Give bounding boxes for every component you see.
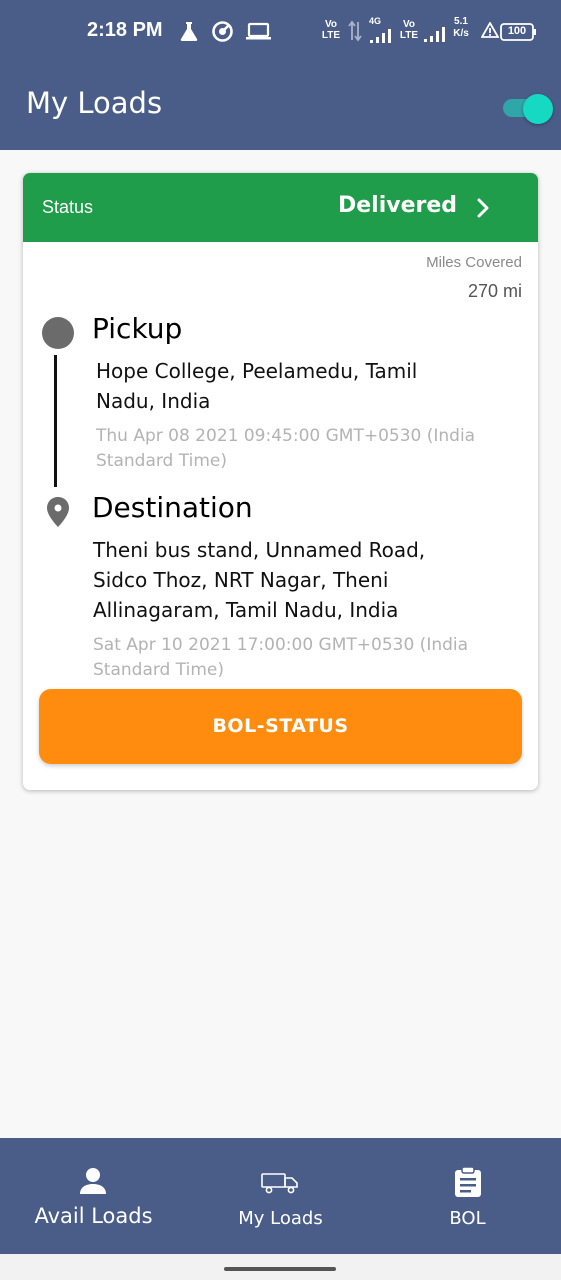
pickup-datetime-line: Standard Time) <box>96 451 227 471</box>
pickup-datetime: Thu Apr 08 2021 09:45:00 GMT+0530 (India… <box>96 424 526 474</box>
route-timeline-line <box>54 355 57 487</box>
toggle-thumb <box>523 94 553 124</box>
destination-datetime: Sat Apr 10 2021 17:00:00 GMT+0530 (India… <box>93 633 523 683</box>
availability-toggle[interactable] <box>503 94 553 124</box>
location-pin-icon <box>45 496 71 532</box>
nav-label: My Loads <box>238 1208 323 1229</box>
sim1-volte: Vo LTE <box>321 19 341 41</box>
home-indicator[interactable] <box>224 1267 336 1271</box>
destination-address-line: Theni bus stand, Unnamed Road, <box>93 538 426 562</box>
truck-icon <box>261 1172 299 1198</box>
vpn-icon <box>211 20 234 47</box>
load-card: Status Delivered Miles Covered 270 mi Pi… <box>23 173 538 790</box>
nav-bol[interactable]: BOL <box>374 1138 561 1254</box>
pickup-address: Hope College, Peelamedu, Tamil Nadu, Ind… <box>96 356 516 416</box>
nav-label: BOL <box>449 1208 486 1229</box>
bottom-navigation: Avail Loads My Loads BOL <box>0 1138 561 1254</box>
system-navigation-bar <box>0 1254 561 1280</box>
signal-icon <box>370 28 392 47</box>
sim2-volte: Vo LTE <box>399 19 419 41</box>
destination-datetime-line: Sat Apr 10 2021 17:00:00 GMT+0530 (India <box>93 635 469 655</box>
destination-address-line: Allinagaram, Tamil Nadu, India <box>93 598 399 622</box>
bol-status-button[interactable]: BOL-STATUS <box>39 689 522 764</box>
pickup-address-line: Nadu, India <box>96 389 211 413</box>
miles-covered-value: 270 mi <box>467 281 522 301</box>
person-icon <box>79 1167 107 1199</box>
data-transfer-icon <box>348 20 362 46</box>
chevron-right-icon <box>474 196 492 224</box>
status-value: Delivered <box>338 193 458 218</box>
pickup-address-line: Hope College, Peelamedu, Tamil <box>96 359 418 383</box>
miles-covered-label: Miles Covered <box>426 254 522 271</box>
nav-avail-loads[interactable]: Avail Loads <box>0 1138 187 1254</box>
laptop-icon <box>246 22 271 45</box>
pickup-dot-icon <box>42 317 74 349</box>
app-bar: My Loads <box>0 62 561 150</box>
status-time: 2:18 PM <box>87 19 163 41</box>
nav-label: Avail Loads <box>34 1204 153 1228</box>
destination-address-line: Sidco Thoz, NRT Nagar, Theni <box>93 568 389 592</box>
flask-icon <box>178 20 200 46</box>
page-title: My Loads <box>26 86 163 120</box>
status-bar: 2:18 PM Vo LTE 4G Vo LTE 5.1 K/s 100 <box>0 0 561 62</box>
network-4g-label: 4G <box>369 16 382 26</box>
destination-title: Destination <box>92 491 253 524</box>
status-header[interactable]: Status Delivered <box>23 173 538 242</box>
destination-address: Theni bus stand, Unnamed Road, Sidco Tho… <box>93 535 523 625</box>
alert-icon <box>480 21 500 42</box>
nav-my-loads[interactable]: My Loads <box>187 1138 374 1254</box>
signal-icon <box>424 27 446 46</box>
status-label: Status <box>42 197 94 217</box>
destination-datetime-line: Standard Time) <box>93 660 224 680</box>
pickup-title: Pickup <box>92 312 183 345</box>
pickup-datetime-line: Thu Apr 08 2021 09:45:00 GMT+0530 (India <box>96 426 476 446</box>
network-speed: 5.1 K/s <box>453 16 469 39</box>
battery-level: 100 <box>507 25 527 37</box>
clipboard-icon <box>454 1166 482 1202</box>
